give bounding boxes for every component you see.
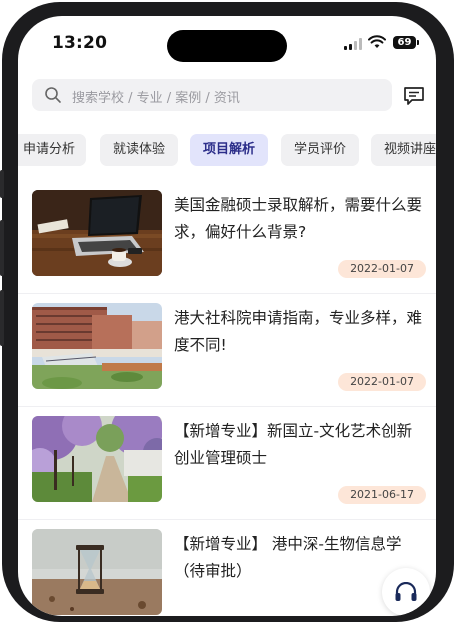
article-date-badge: 2022-01-07 bbox=[338, 260, 426, 278]
article-thumbnail bbox=[32, 190, 162, 276]
message-icon[interactable] bbox=[403, 86, 425, 106]
article-title: 港大社科院申请指南，专业多样，难度不同! bbox=[174, 309, 423, 354]
dynamic-island bbox=[167, 30, 287, 62]
article-thumbnail bbox=[32, 529, 162, 615]
tab-student-reviews[interactable]: 学员评价 bbox=[281, 134, 359, 166]
customer-support-button[interactable] bbox=[382, 568, 430, 616]
search-input[interactable]: 搜索学校 / 专业 / 案例 / 资讯 bbox=[32, 79, 392, 111]
headset-icon bbox=[395, 582, 417, 601]
wifi-icon bbox=[368, 35, 386, 48]
phone-side-button bbox=[0, 220, 4, 276]
app-screen: 13:20 69 搜索学校 / 专业 / 案例 / 资讯 申请分析 就读体验 项… bbox=[18, 16, 436, 616]
tab-application-analysis[interactable]: 申请分析 bbox=[18, 134, 86, 166]
status-bar: 13:20 69 bbox=[18, 16, 436, 68]
battery-indicator: 69 bbox=[393, 36, 419, 49]
category-tabs: 申请分析 就读体验 项目解析 学员评价 视频讲座 bbox=[18, 134, 436, 168]
status-time: 13:20 bbox=[52, 33, 108, 53]
search-placeholder: 搜索学校 / 专业 / 案例 / 资讯 bbox=[72, 91, 240, 106]
article-title: 美国金融硕士录取解析，需要什么要求，偏好什么背景? bbox=[174, 196, 423, 241]
phone-side-button bbox=[0, 290, 4, 346]
article-thumbnail bbox=[32, 303, 162, 389]
list-item[interactable]: 港大社科院申请指南，专业多样，难度不同! 2022-01-07 bbox=[18, 293, 436, 406]
article-title: 【新增专业】新国立-文化艺术创新创业管理硕士 bbox=[174, 422, 413, 467]
signal-icon bbox=[344, 38, 362, 50]
search-icon bbox=[45, 87, 61, 103]
article-thumbnail bbox=[32, 416, 162, 502]
article-date-badge: 2021-06-17 bbox=[338, 486, 426, 504]
tab-study-experience[interactable]: 就读体验 bbox=[100, 134, 178, 166]
list-item[interactable]: 【新增专业】 港中深-生物信息学（待审批） bbox=[18, 519, 436, 616]
article-date-badge: 2022-01-07 bbox=[338, 373, 426, 391]
list-item[interactable]: 【新增专业】新国立-文化艺术创新创业管理硕士 2021-06-17 bbox=[18, 406, 436, 519]
tab-program-analysis[interactable]: 项目解析 bbox=[190, 134, 268, 166]
phone-side-button bbox=[0, 170, 4, 198]
tab-video-lectures[interactable]: 视频讲座 bbox=[371, 134, 436, 166]
list-item[interactable]: 美国金融硕士录取解析，需要什么要求，偏好什么背景? 2022-01-07 bbox=[18, 180, 436, 293]
